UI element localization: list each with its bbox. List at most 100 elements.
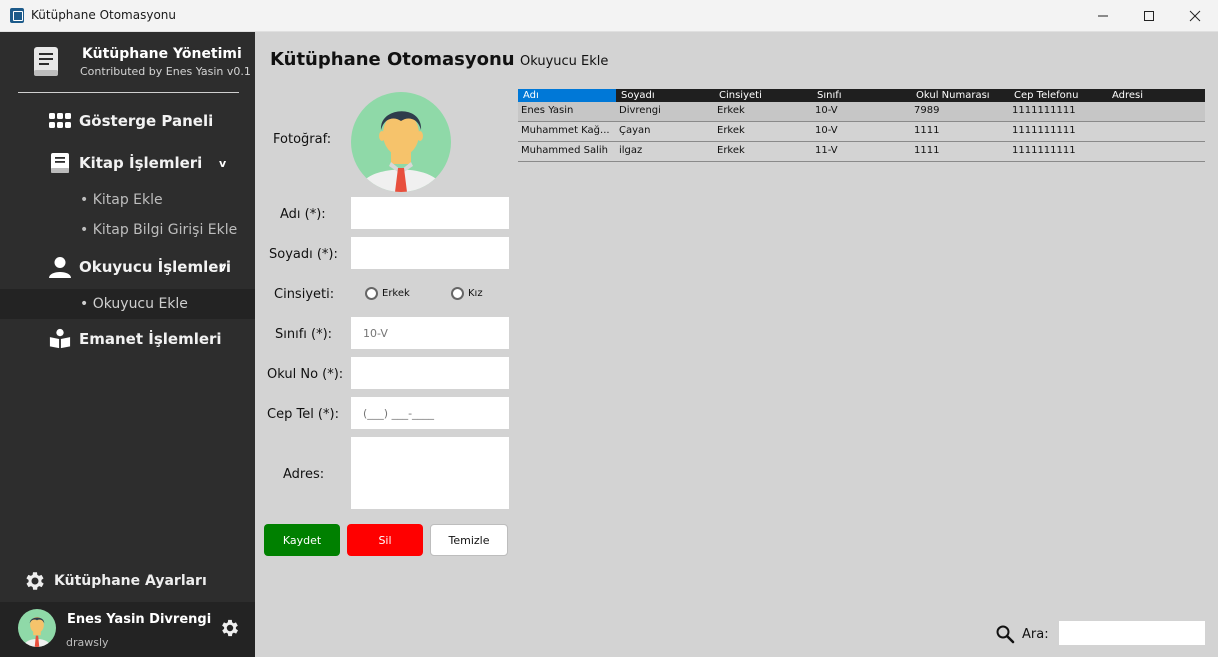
radio-circle bbox=[451, 287, 464, 300]
table-cell: 10-V bbox=[815, 105, 838, 116]
column-header-school-no[interactable]: Okul Numarası bbox=[911, 89, 1009, 102]
divider bbox=[18, 92, 239, 93]
table-cell: 1111 bbox=[914, 125, 940, 136]
page-subtitle: Okuyucu Ekle bbox=[520, 54, 609, 69]
dashboard-grid-icon bbox=[49, 110, 71, 132]
avatar[interactable] bbox=[18, 609, 56, 647]
delete-button[interactable]: Sil bbox=[347, 524, 423, 556]
reader-photo[interactable] bbox=[351, 92, 451, 192]
photo-label: Fotoğraf: bbox=[273, 132, 332, 147]
school-no-label: Okul No (*): bbox=[267, 367, 344, 382]
radio-circle bbox=[365, 287, 378, 300]
library-book-icon bbox=[34, 47, 58, 76]
nav-label-books: Kitap İşlemleri bbox=[79, 154, 203, 172]
class-input[interactable] bbox=[351, 317, 509, 349]
user-handle: drawsly bbox=[66, 636, 109, 649]
surname-label: Soyadı (*): bbox=[269, 247, 338, 262]
table-cell: 1111111111 bbox=[1012, 105, 1076, 116]
library-settings-label: Kütüphane Ayarları bbox=[54, 573, 207, 589]
surname-input[interactable] bbox=[351, 237, 509, 269]
table-cell: Muhammed Salih bbox=[521, 145, 608, 156]
gender-label: Cinsiyeti: bbox=[274, 287, 335, 302]
column-header-phone[interactable]: Cep Telefonu bbox=[1009, 89, 1107, 102]
column-header-surname[interactable]: Soyadı bbox=[616, 89, 714, 102]
nav-label-dashboard: Gösterge Paneli bbox=[79, 112, 214, 130]
table-row[interactable]: Muhammet Kağ... Çayan Erkek 10-V 1111 11… bbox=[518, 122, 1205, 142]
reader-icon bbox=[49, 328, 71, 350]
window-title: Kütüphane Otomasyonu bbox=[31, 8, 177, 22]
sub-item-book-info[interactable]: • Kitap Bilgi Girişi Ekle bbox=[0, 215, 255, 245]
person-avatar-icon bbox=[359, 111, 443, 192]
main-panel: Kütüphane Otomasyonu Okuyucu Ekle Fotoğr… bbox=[255, 32, 1218, 657]
table-cell: Çayan bbox=[619, 125, 651, 136]
table-row[interactable]: Enes Yasin Divrengi Erkek 10-V 7989 1111… bbox=[518, 102, 1205, 122]
search-label: Ara: bbox=[1022, 627, 1049, 642]
user-name: Enes Yasin Divrengi bbox=[67, 612, 212, 627]
chevron-down-icon[interactable]: v bbox=[219, 261, 226, 274]
maximize-button[interactable] bbox=[1126, 0, 1172, 32]
phone-label: Cep Tel (*): bbox=[267, 407, 339, 422]
sub-item-book-info-label: • Kitap Bilgi Girişi Ekle bbox=[80, 222, 238, 238]
class-label: Sınıfı (*): bbox=[275, 327, 333, 342]
table-cell: Erkek bbox=[717, 125, 745, 136]
table-cell: Erkek bbox=[717, 145, 745, 156]
sub-item-add-reader[interactable]: • Okuyucu Ekle bbox=[0, 289, 255, 319]
table-cell: Erkek bbox=[717, 105, 745, 116]
sub-item-add-book[interactable]: • Kitap Ekle bbox=[0, 185, 255, 215]
nav-item-loans[interactable]: Emanet İşlemleri bbox=[0, 324, 255, 354]
column-header-gender[interactable]: Cinsiyeti bbox=[714, 89, 812, 102]
gender-male-label: Erkek bbox=[382, 288, 410, 299]
name-label: Adı (*): bbox=[280, 207, 326, 222]
brand-subtitle: Contributed by Enes Yasin v0.1 bbox=[80, 65, 251, 78]
address-input[interactable] bbox=[351, 437, 509, 509]
readers-table[interactable]: Adı Soyadı Cinsiyeti Sınıfı Okul Numaras… bbox=[518, 89, 1205, 162]
column-header-address[interactable]: Adresi bbox=[1107, 89, 1205, 102]
table-cell: 1111111111 bbox=[1012, 145, 1076, 156]
book-icon bbox=[49, 152, 71, 174]
gender-female-label: Kız bbox=[468, 288, 483, 299]
window-titlebar: Kütüphane Otomasyonu bbox=[0, 0, 1218, 32]
save-button[interactable]: Kaydet bbox=[264, 524, 340, 556]
user-profile: Enes Yasin Divrengi drawsly bbox=[0, 602, 255, 657]
nav-label-readers: Okuyucu İşlemleri bbox=[79, 258, 231, 276]
column-header-name[interactable]: Adı bbox=[518, 89, 616, 102]
school-no-input[interactable] bbox=[351, 357, 509, 389]
table-cell: ilgaz bbox=[619, 145, 643, 156]
user-settings-gear-icon[interactable] bbox=[219, 617, 241, 639]
search-input[interactable] bbox=[1059, 621, 1205, 645]
table-cell: 11-V bbox=[815, 145, 838, 156]
maximize-icon bbox=[1144, 11, 1154, 21]
table-cell: Divrengi bbox=[619, 105, 661, 116]
gender-male-radio[interactable]: Erkek bbox=[365, 287, 410, 300]
sidebar: Kütüphane Yönetimi Contributed by Enes Y… bbox=[0, 32, 255, 657]
table-cell: 7989 bbox=[914, 105, 940, 116]
minimize-icon bbox=[1098, 15, 1108, 17]
table-row[interactable]: Muhammed Salih ilgaz Erkek 11-V 1111 111… bbox=[518, 142, 1205, 162]
table-cell: 10-V bbox=[815, 125, 838, 136]
address-label: Adres: bbox=[283, 467, 325, 482]
sub-item-add-reader-label: • Okuyucu Ekle bbox=[80, 296, 188, 312]
close-button[interactable] bbox=[1172, 0, 1218, 32]
column-header-class[interactable]: Sınıfı bbox=[812, 89, 910, 102]
app-icon bbox=[10, 8, 24, 23]
nav-item-readers[interactable]: Okuyucu İşlemleri v bbox=[0, 252, 255, 282]
library-settings-button[interactable]: Kütüphane Ayarları bbox=[0, 564, 255, 598]
minimize-button[interactable] bbox=[1080, 0, 1126, 32]
search-icon bbox=[996, 625, 1015, 644]
nav-label-loans: Emanet İşlemleri bbox=[79, 330, 222, 348]
gender-female-radio[interactable]: Kız bbox=[451, 287, 483, 300]
chevron-down-icon[interactable]: v bbox=[219, 157, 226, 170]
user-icon bbox=[49, 256, 71, 278]
table-cell: 1111111111 bbox=[1012, 125, 1076, 136]
close-icon bbox=[1189, 10, 1201, 22]
nav-item-books[interactable]: Kitap İşlemleri v bbox=[0, 148, 255, 178]
sub-item-add-book-label: • Kitap Ekle bbox=[80, 192, 163, 208]
page-title: Kütüphane Otomasyonu bbox=[270, 49, 515, 70]
phone-input[interactable] bbox=[351, 397, 509, 429]
clear-button[interactable]: Temizle bbox=[430, 524, 508, 556]
brand-title: Kütüphane Yönetimi bbox=[82, 46, 242, 62]
name-input[interactable] bbox=[351, 197, 509, 229]
nav-item-dashboard[interactable]: Gösterge Paneli bbox=[0, 106, 255, 136]
table-cell: 1111 bbox=[914, 145, 940, 156]
table-cell: Muhammet Kağ... bbox=[521, 125, 610, 136]
